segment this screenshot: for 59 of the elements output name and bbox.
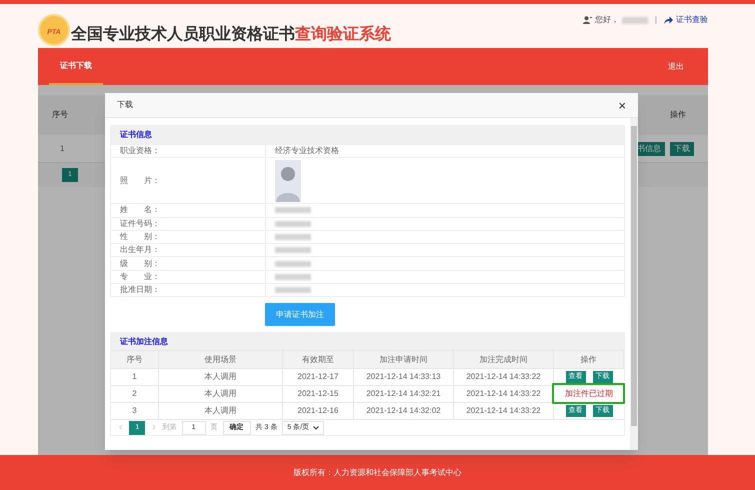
dialog-title: 下载 [117, 99, 133, 111]
table-cell: 2021-12-14 14:33:13 [366, 371, 441, 384]
field-value: 经济专业技术资格 [275, 145, 339, 158]
field-label: 性 别： [120, 231, 160, 244]
table-cell: 2021-12-17 [298, 371, 338, 384]
redacted-value [275, 247, 311, 254]
greeting-text: 您好， [594, 14, 619, 26]
table-cell: 2021-12-14 14:33:22 [466, 388, 541, 400]
table-cell: 1 [132, 371, 137, 384]
field-label: 出生年月： [120, 244, 160, 256]
action-button[interactable]: 下载 [670, 142, 694, 156]
section-title: 证书加注信息 [120, 336, 168, 348]
column-header: 操作 [670, 109, 686, 121]
site-subtitle: 查询验证系统 [295, 24, 391, 45]
field-label: 照 片： [120, 174, 160, 187]
close-button[interactable]: × [618, 98, 626, 112]
scrollbar[interactable] [630, 118, 638, 450]
column-header: 序号 [126, 354, 142, 366]
user-icon [582, 16, 592, 24]
redacted-value [275, 287, 311, 294]
table-cell: 2021-12-16 [298, 405, 338, 418]
table-cell: 2 [132, 388, 137, 400]
table-cell: 3 [132, 405, 137, 418]
site-title: 全国专业技术人员职业资格证书 [71, 24, 295, 45]
table-cell: 1 [60, 142, 64, 154]
redacted-value [275, 207, 311, 214]
column-header: 有效期至 [302, 354, 334, 366]
footer-text: 版权所有：人力资源和社会保障部人事考试中心 [294, 466, 462, 478]
apply-button[interactable]: 申请证书加注 [265, 303, 335, 326]
field-label: 级 别： [120, 258, 160, 270]
logout-link[interactable]: 退出 [668, 48, 684, 85]
share-arrow-icon [664, 16, 673, 24]
table-cell: 2021-12-14 14:33:22 [466, 371, 541, 384]
field-label: 姓 名： [120, 204, 160, 216]
table-cell: 本人调用 [204, 388, 236, 400]
table-cell: 2021-12-14 14:32:02 [366, 405, 441, 418]
column-header: 加注完成时间 [480, 354, 528, 366]
field-label: 专 业： [120, 270, 160, 283]
table-cell: 本人调用 [204, 371, 236, 384]
table-cell: 2021-12-14 14:33:22 [466, 405, 541, 418]
redacted-value [275, 220, 311, 227]
redacted-value [275, 234, 311, 240]
expired-status: 加注件已过期 [565, 388, 613, 400]
verify-link[interactable]: 证书查验 [676, 14, 708, 26]
column-header: 加注申请时间 [380, 354, 428, 366]
table-cell: 2021-12-15 [298, 388, 338, 400]
field-label: 证件号码： [120, 218, 160, 230]
caret-icon [313, 426, 320, 430]
table-cell: 本人调用 [204, 405, 236, 418]
column-header: 操作 [580, 354, 596, 366]
column-header: 使用场景 [204, 354, 236, 366]
section-title: 证书信息 [120, 129, 152, 141]
redacted-value [275, 274, 311, 280]
field-label: 职业资格： [120, 145, 160, 158]
field-label: 批准日期： [120, 284, 160, 296]
redacted-value [275, 260, 311, 267]
separator: | [654, 14, 657, 26]
table-cell: 2021-12-14 14:32:21 [366, 388, 441, 400]
column-header: 序号 [52, 109, 68, 121]
